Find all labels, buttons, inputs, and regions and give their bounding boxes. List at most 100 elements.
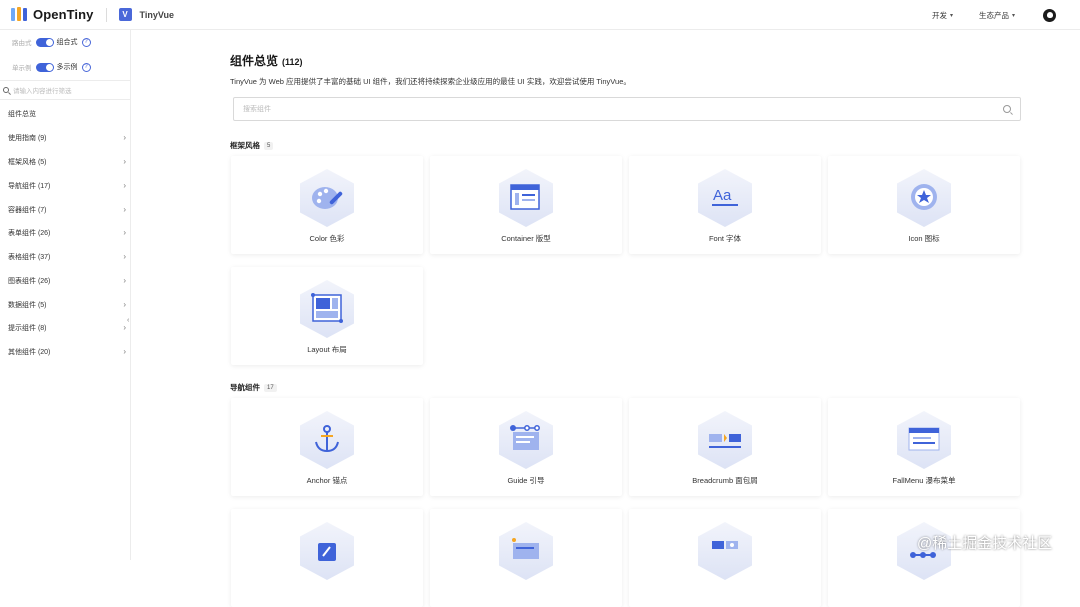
page-title-text: 组件总览 bbox=[230, 54, 279, 68]
api-mode-on-label[interactable]: 组合式 bbox=[57, 37, 78, 47]
component-card-container[interactable]: Container 版型 bbox=[430, 156, 622, 254]
pin-icon bbox=[318, 543, 336, 561]
sidebar: 路由式 组合式 ? 单示例 多示例 ? 请输入内容进行筛选 组件总览 使用指南 … bbox=[0, 30, 131, 560]
chevron-right-icon: › bbox=[123, 276, 126, 285]
card-label: Container 版型 bbox=[501, 234, 551, 243]
opentiny-logo-icon bbox=[11, 7, 28, 22]
chevron-right-icon: › bbox=[123, 228, 126, 237]
sidebar-item-data[interactable]: 数据组件 (5) › bbox=[0, 295, 131, 315]
sidebar-search-input[interactable]: 请输入内容进行筛选 bbox=[0, 80, 131, 100]
chevron-right-icon: › bbox=[123, 300, 126, 309]
card-label: Font 字体 bbox=[708, 234, 742, 243]
menu-develop[interactable]: 开发 ▾ bbox=[932, 10, 953, 21]
search-icon bbox=[3, 87, 9, 93]
component-card-fallmenu[interactable]: FallMenu 瀑布菜单 bbox=[828, 398, 1020, 496]
sidebar-item-navigation[interactable]: 导航组件 (17) › bbox=[0, 176, 131, 196]
card-label: Guide 引导 bbox=[507, 476, 545, 485]
menu-ecosystem[interactable]: 生态产品 ▾ bbox=[979, 10, 1015, 21]
chevron-right-icon: › bbox=[123, 133, 126, 142]
component-search-input[interactable]: 搜索组件 bbox=[233, 97, 1021, 121]
card-label: Icon 图标 bbox=[908, 234, 940, 243]
chevron-right-icon: › bbox=[123, 252, 126, 261]
sidebar-item-label: 数据组件 (5) bbox=[8, 302, 47, 309]
component-card-guide[interactable]: Guide 引导 bbox=[430, 398, 622, 496]
sidebar-item-prompt[interactable]: 提示组件 (8) › bbox=[0, 318, 131, 338]
watermark: @稀土掘金技术社区 bbox=[917, 535, 1053, 552]
font-icon: Aa bbox=[712, 187, 738, 206]
chevron-right-icon: › bbox=[123, 347, 126, 356]
component-card-partial-3[interactable] bbox=[629, 509, 821, 607]
sidebar-item-other[interactable]: 其他组件 (20) › bbox=[0, 342, 131, 362]
logo-text: OpenTiny bbox=[33, 7, 94, 22]
header-divider bbox=[105, 7, 107, 22]
chevron-right-icon: › bbox=[123, 205, 126, 214]
sidebar-item-label: 表格组件 (37) bbox=[8, 254, 51, 261]
demo-mode-on-label[interactable]: 多示例 bbox=[57, 62, 78, 72]
sidebar-item-label: 组件总览 bbox=[8, 111, 36, 118]
component-card-font[interactable]: Aa Font 字体 bbox=[629, 156, 821, 254]
component-card-partial-4[interactable] bbox=[828, 509, 1020, 607]
card-label: FallMenu 瀑布菜单 bbox=[892, 476, 956, 485]
chevron-right-icon: › bbox=[123, 181, 126, 190]
sidebar-item-container[interactable]: 容器组件 (7) › bbox=[0, 200, 131, 220]
help-icon[interactable]: ? bbox=[81, 62, 91, 72]
sidebar-item-form[interactable]: 表单组件 (26) › bbox=[0, 223, 131, 243]
api-mode-switch[interactable] bbox=[35, 37, 54, 47]
sidebar-item-label: 容器组件 (7) bbox=[8, 207, 47, 214]
chevron-down-icon: ▾ bbox=[1011, 12, 1015, 19]
page-description: TinyVue 为 Web 应用提供了丰富的基础 UI 组件，我们还将持续探索企… bbox=[230, 77, 631, 86]
layout-grid-icon bbox=[311, 293, 343, 323]
fall-menu-icon bbox=[908, 427, 940, 451]
svg-text:Aa: Aa bbox=[713, 187, 732, 204]
sidebar-item-label: 使用指南 (9) bbox=[8, 135, 47, 142]
menu-ecosystem-label: 生态产品 bbox=[978, 10, 1009, 20]
api-mode-toggle-row: 路由式 组合式 ? bbox=[12, 37, 91, 47]
palette-icon bbox=[312, 187, 343, 209]
sidebar-item-framework[interactable]: 框架风格 (5) › bbox=[0, 152, 131, 172]
component-card-layout[interactable]: Layout 布局 bbox=[231, 267, 423, 365]
search-icon bbox=[1003, 105, 1011, 113]
sidebar-item-guide[interactable]: 使用指南 (9) › bbox=[0, 128, 131, 148]
section-header-navigation: 导航组件 17 bbox=[230, 382, 277, 393]
product-name[interactable]: TinyVue bbox=[140, 10, 175, 20]
component-card-anchor[interactable]: Anchor 锚点 bbox=[231, 398, 423, 496]
component-search-placeholder: 搜索组件 bbox=[243, 106, 271, 113]
tabs-icon bbox=[712, 541, 738, 549]
chevron-down-icon: ▾ bbox=[949, 12, 953, 19]
sidebar-item-table[interactable]: 表格组件 (37) › bbox=[0, 247, 131, 267]
sidebar-item-label: 图表组件 (26) bbox=[8, 278, 51, 285]
anchor-icon bbox=[315, 425, 339, 453]
tinyvue-icon: V bbox=[118, 8, 132, 21]
component-card-partial-2[interactable] bbox=[430, 509, 622, 607]
sidebar-item-label: 导航组件 (17) bbox=[8, 183, 51, 190]
breadcrumb-icon bbox=[709, 434, 741, 448]
chevron-right-icon: › bbox=[123, 157, 126, 166]
menu-develop-label: 开发 bbox=[931, 10, 947, 20]
help-icon[interactable]: ? bbox=[81, 37, 91, 47]
section-count-badge: 5 bbox=[264, 141, 274, 150]
container-layout-icon bbox=[510, 184, 540, 210]
opentiny-logo[interactable]: OpenTiny bbox=[11, 7, 94, 22]
component-card-breadcrumb[interactable]: Breadcrumb 面包屑 bbox=[629, 398, 821, 496]
page-title: 组件总览 (112) bbox=[230, 52, 303, 69]
guide-icon bbox=[510, 425, 540, 450]
section-header-framework: 框架风格 5 bbox=[230, 140, 274, 151]
component-card-color[interactable]: Color 色彩 bbox=[231, 156, 423, 254]
demo-mode-toggle-row: 单示例 多示例 ? bbox=[12, 62, 91, 72]
component-card-partial-1[interactable] bbox=[231, 509, 423, 607]
steps-icon bbox=[512, 538, 539, 559]
sidebar-item-overview[interactable]: 组件总览 bbox=[0, 104, 131, 124]
sidebar-item-label: 其他组件 (20) bbox=[8, 349, 51, 356]
section-title: 导航组件 bbox=[230, 383, 260, 392]
demo-mode-off-label[interactable]: 单示例 bbox=[12, 62, 32, 72]
section-title: 框架风格 bbox=[230, 141, 260, 150]
sidebar-item-label: 提示组件 (8) bbox=[8, 325, 47, 332]
github-icon[interactable] bbox=[1043, 8, 1056, 22]
sidebar-item-label: 框架风格 (5) bbox=[8, 159, 47, 166]
sidebar-item-label: 表单组件 (26) bbox=[8, 230, 51, 237]
sidebar-item-chart[interactable]: 图表组件 (26) › bbox=[0, 271, 131, 291]
demo-mode-switch[interactable] bbox=[35, 62, 54, 72]
component-card-icon[interactable]: Icon 图标 bbox=[828, 156, 1020, 254]
chevron-right-icon: › bbox=[123, 323, 126, 332]
api-mode-off-label[interactable]: 路由式 bbox=[12, 37, 32, 47]
